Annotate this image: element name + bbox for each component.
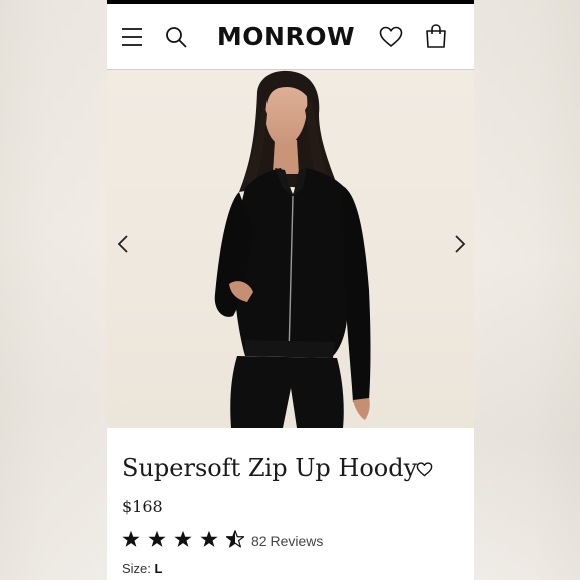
menu-icon[interactable] xyxy=(121,27,143,47)
chevron-right-icon[interactable] xyxy=(452,233,468,255)
shopping-bag-icon[interactable] xyxy=(425,24,447,48)
product-title: Supersoft Zip Up Hoody xyxy=(122,454,418,482)
star-icon xyxy=(200,530,218,547)
star-icon xyxy=(122,530,140,547)
product-image-carousel[interactable] xyxy=(107,70,474,428)
brand-logo[interactable]: MONROW xyxy=(211,21,361,53)
chevron-left-icon[interactable] xyxy=(115,233,131,255)
size-value: L xyxy=(154,561,163,576)
background-right xyxy=(473,0,580,580)
wishlist-heart-icon[interactable] xyxy=(416,462,433,477)
heart-icon[interactable] xyxy=(379,26,403,48)
star-icon xyxy=(174,530,192,547)
product-price: $168 xyxy=(122,497,163,516)
star-icon xyxy=(148,530,166,547)
half-star-icon xyxy=(226,530,244,548)
search-icon[interactable] xyxy=(165,26,187,48)
product-photo xyxy=(214,70,371,428)
site-header: MONROW xyxy=(107,4,474,70)
size-selection: Size: L xyxy=(122,561,162,577)
reviews-link[interactable]: 82 Reviews xyxy=(251,532,323,550)
background-left xyxy=(0,0,107,580)
product-page: MONROW Supersoft Zip Up Hoody $168 82 Re… xyxy=(107,0,474,580)
size-label: Size: xyxy=(122,561,151,576)
